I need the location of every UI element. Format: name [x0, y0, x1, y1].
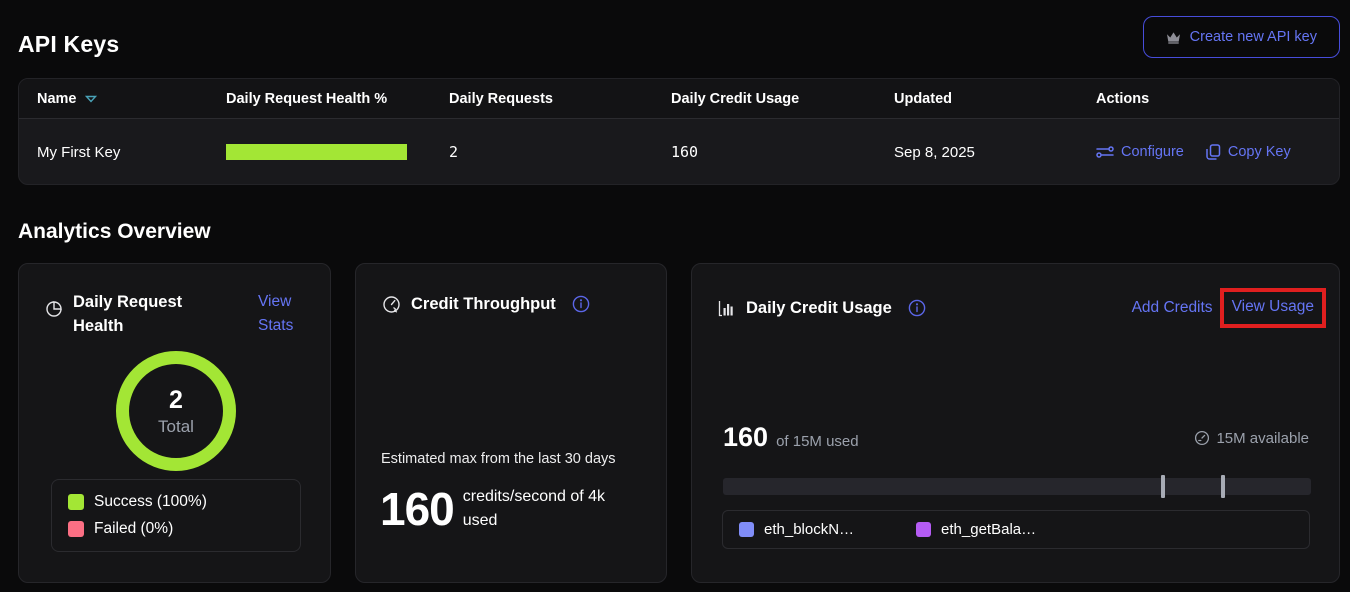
throughput-card-header: Credit Throughput	[382, 292, 590, 316]
failed-swatch	[68, 521, 84, 537]
gauge-icon	[382, 295, 401, 314]
usage-summary-row: 160 of 15M used 15M available	[723, 422, 1309, 453]
copy-icon	[1206, 144, 1221, 160]
bar-chart-icon	[718, 300, 736, 317]
table-row: My First Key 2 160 Sep 8, 2025 Configure	[19, 119, 1339, 185]
credits-used-suffix: of 15M used	[776, 433, 859, 450]
usage-card-title-group: Daily Credit Usage	[718, 296, 926, 320]
api-keys-table: Name Daily Request Health % Daily Reques…	[18, 78, 1340, 185]
column-header-name-label: Name	[37, 91, 77, 107]
create-api-key-label: Create new API key	[1190, 29, 1317, 45]
daily-credit-usage-value: 160	[671, 143, 894, 161]
info-icon[interactable]	[572, 295, 590, 313]
view-stats-link[interactable]: View Stats	[258, 290, 310, 338]
column-header-actions: Actions	[1096, 91, 1339, 107]
meter-icon	[1194, 430, 1210, 446]
crown-icon	[1166, 31, 1181, 44]
eth-blocknumber-label: eth_blockN…	[764, 521, 854, 538]
success-swatch	[68, 494, 84, 510]
credits-available: 15M available	[1194, 430, 1309, 447]
info-icon[interactable]	[908, 299, 926, 317]
create-api-key-button[interactable]: Create new API key	[1143, 16, 1340, 58]
column-header-health: Daily Request Health %	[226, 91, 449, 107]
pie-chart-icon	[45, 300, 63, 338]
eth-blocknumber-swatch	[739, 522, 754, 537]
daily-requests-value: 2	[449, 143, 671, 161]
donut-total-label: Total	[158, 417, 194, 437]
usage-legend: eth_blockN… eth_getBala…	[722, 510, 1310, 549]
failed-label: Failed (0%)	[94, 520, 173, 538]
column-header-updated: Updated	[894, 91, 1096, 107]
health-bar-fill	[226, 144, 407, 160]
health-card-header: Daily Request Health View Stats	[45, 290, 310, 338]
sort-chevron-icon	[85, 95, 97, 103]
daily-credit-usage-card: Daily Credit Usage Add Credits View Usag…	[691, 263, 1340, 583]
credits-available-label: 15M available	[1216, 430, 1309, 447]
request-health-donut-chart: 2 Total	[116, 351, 236, 471]
view-usage-link[interactable]: View Usage	[1232, 298, 1314, 315]
throughput-unit: credits/second of 4k used	[463, 485, 628, 533]
health-bar-cell	[226, 144, 449, 160]
health-legend: Success (100%) Failed (0%)	[51, 479, 301, 552]
eth-getbalance-swatch	[916, 522, 931, 537]
credit-throughput-card: Credit Throughput Estimated max from the…	[355, 263, 667, 583]
health-bar-track	[226, 144, 407, 160]
legend-item-failed: Failed (0%)	[68, 520, 284, 538]
actions-cell: Configure Copy Key	[1096, 144, 1339, 160]
daily-request-health-card: Daily Request Health View Stats 2 Total …	[18, 263, 331, 583]
copy-key-label: Copy Key	[1228, 144, 1291, 160]
copy-key-button[interactable]: Copy Key	[1206, 144, 1291, 160]
updated-value: Sep 8, 2025	[894, 144, 1096, 161]
column-header-credit-usage: Daily Credit Usage	[671, 91, 894, 107]
sliders-icon	[1096, 145, 1114, 159]
column-header-requests: Daily Requests	[449, 91, 671, 107]
credits-used-value: 160	[723, 422, 768, 453]
add-credits-link[interactable]: Add Credits	[1132, 296, 1213, 320]
api-key-name: My First Key	[37, 144, 226, 161]
page-title: API Keys	[18, 31, 119, 58]
legend-item-eth-getbalance: eth_getBala…	[916, 521, 1036, 538]
throughput-card-title: Credit Throughput	[411, 292, 556, 316]
throughput-value-row: 160 credits/second of 4k used	[380, 482, 628, 536]
progress-marker-1	[1161, 475, 1165, 498]
annotation-highlight-box: View Usage	[1220, 288, 1326, 328]
column-header-name[interactable]: Name	[37, 91, 226, 107]
health-card-title: Daily Request Health	[73, 290, 199, 338]
dashboard-page: API Keys Create new API key Name Daily R…	[0, 0, 1350, 592]
configure-button[interactable]: Configure	[1096, 144, 1184, 160]
donut-total-value: 2	[169, 386, 183, 415]
eth-getbalance-label: eth_getBala…	[941, 521, 1036, 538]
analytics-section-title: Analytics Overview	[18, 220, 211, 244]
success-label: Success (100%)	[94, 493, 207, 511]
throughput-value: 160	[380, 482, 454, 536]
configure-label: Configure	[1121, 144, 1184, 160]
legend-item-eth-blocknumber: eth_blockN…	[739, 521, 854, 538]
legend-item-success: Success (100%)	[68, 493, 284, 511]
usage-card-links: Add Credits View Usage	[1132, 288, 1326, 328]
throughput-subtitle: Estimated max from the last 30 days	[381, 451, 616, 467]
table-header-row: Name Daily Request Health % Daily Reques…	[19, 79, 1339, 119]
usage-card-title: Daily Credit Usage	[746, 296, 892, 320]
progress-marker-2	[1221, 475, 1225, 498]
usage-card-header: Daily Credit Usage Add Credits View Usag…	[718, 288, 1326, 328]
credit-usage-progress-bar	[723, 478, 1311, 495]
